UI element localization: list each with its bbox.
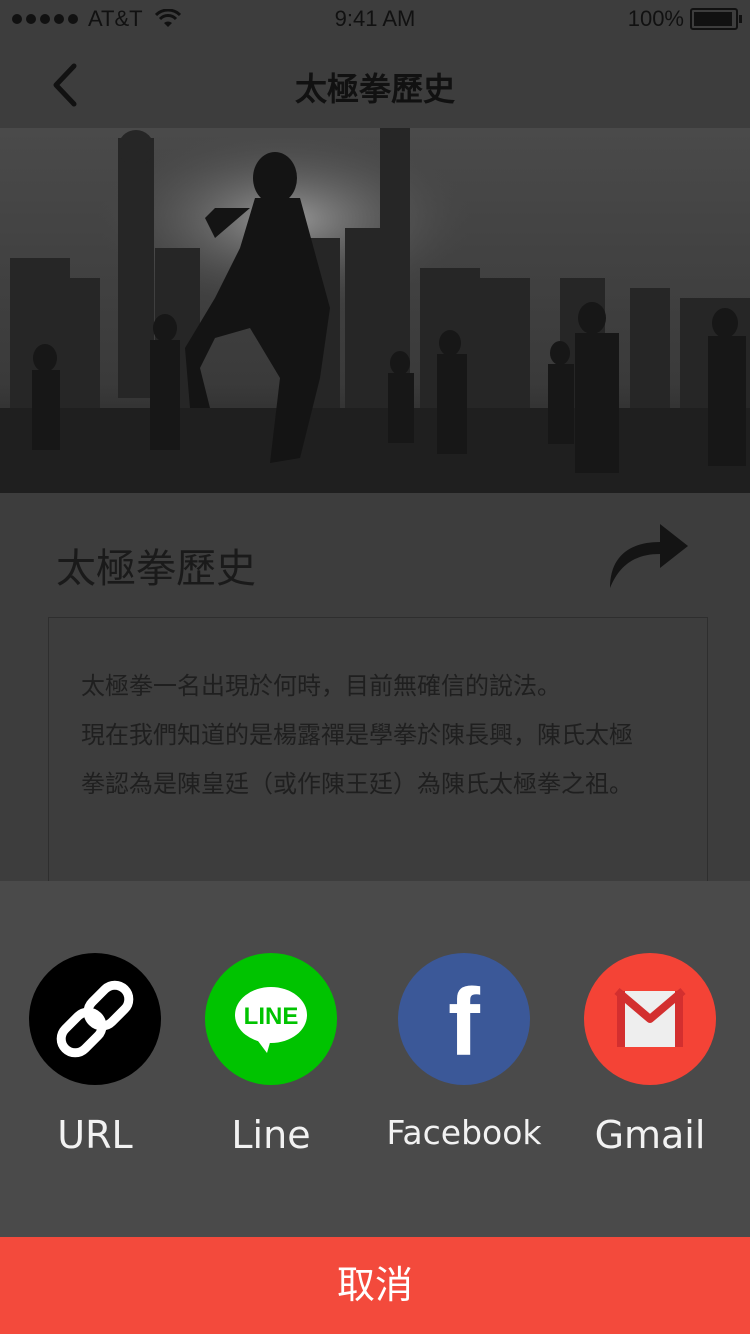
battery-fill: [694, 12, 732, 26]
share-option-url[interactable]: URL: [5, 953, 185, 1157]
facebook-icon: f: [398, 953, 530, 1085]
share-option-gmail[interactable]: Gmail: [560, 953, 740, 1157]
screen: AT&T 9:41 AM 100% 太極拳歷史 太極拳歷史 太極拳一名出現於何時…: [0, 0, 750, 1334]
gmail-icon: [584, 953, 716, 1085]
article-title: 太極拳歷史: [56, 546, 256, 592]
share-option-label: Gmail: [594, 1113, 706, 1157]
hero-image: [0, 128, 750, 493]
cancel-button[interactable]: 取消: [0, 1237, 750, 1334]
article-paragraph: 太極拳一名出現於何時，目前無確信的說法。: [81, 672, 561, 700]
share-arrow-icon: [610, 524, 688, 588]
line-icon: LINE: [205, 953, 337, 1085]
article-paragraph: 拳認為是陳皇廷（或作陳王廷）為陳氏太極拳之祖。: [81, 770, 633, 798]
share-option-label: Line: [231, 1113, 311, 1157]
article-paragraph: 現在我們知道的是楊露禪是學拳於陳長興，陳氏太極: [81, 721, 633, 749]
status-bar: AT&T 9:41 AM 100%: [0, 0, 750, 40]
status-right: 100%: [627, 6, 742, 32]
nav-bar: 太極拳歷史: [0, 40, 750, 128]
battery-percent: 100%: [627, 6, 684, 31]
share-option-line[interactable]: LINE Line: [181, 953, 361, 1157]
article-content-box: 太極拳一名出現於何時，目前無確信的說法。 現在我們知道的是楊露禪是學拳於陳長興，…: [48, 617, 708, 917]
tai-chi-skyline-photo: [0, 128, 750, 493]
battery-icon: [690, 8, 742, 30]
share-option-label: Facebook: [386, 1113, 542, 1152]
line-icon-text: LINE: [244, 1003, 299, 1030]
share-button[interactable]: [600, 516, 696, 596]
link-icon: [29, 953, 161, 1085]
page-title: 太極拳歷史: [294, 70, 455, 108]
share-option-label: URL: [57, 1113, 133, 1157]
article-body: 太極拳一名出現於何時，目前無確信的說法。 現在我們知道的是楊露禪是學拳於陳長興，…: [81, 662, 681, 809]
share-sheet: URL LINE Line f Facebook Gmail: [0, 881, 750, 1237]
facebook-icon-text: f: [448, 969, 481, 1076]
share-option-facebook[interactable]: f Facebook: [374, 953, 554, 1152]
